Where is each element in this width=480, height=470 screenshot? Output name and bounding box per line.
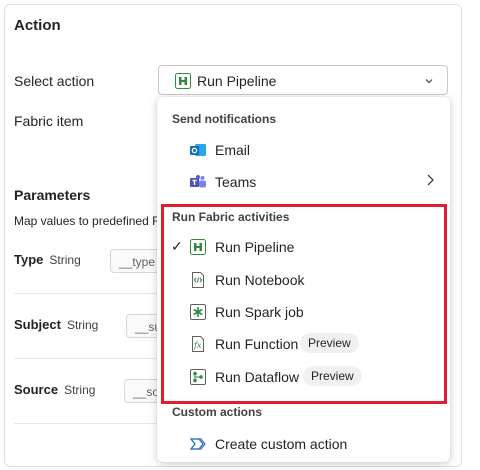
fabric-item-label: Fabric item [14, 113, 84, 129]
menu-item-create-custom-action[interactable]: Create custom action [157, 429, 450, 459]
select-action-dropdown[interactable]: Run Pipeline [158, 65, 448, 95]
parameters-description: Map values to predefined F [14, 214, 160, 228]
select-action-value: Run Pipeline [197, 73, 277, 89]
parameters-heading: Parameters [14, 187, 91, 203]
menu-item-teams-label: Teams [215, 174, 257, 190]
pipeline-icon [175, 73, 191, 94]
param-subject-type: String [66, 318, 99, 332]
param-source-type: String [64, 383, 96, 397]
custom-action-icon [189, 436, 206, 452]
param-divider [14, 293, 164, 294]
param-divider [14, 423, 164, 424]
param-divider [14, 358, 164, 359]
group-custom-actions: Custom actions [172, 405, 263, 419]
menu-item-email-label: Email [215, 142, 251, 158]
menu-item-create-custom-action-label: Create custom action [215, 436, 348, 452]
teams-icon [190, 174, 206, 190]
chevron-right-icon [424, 173, 436, 192]
outlook-icon [190, 142, 206, 158]
menu-item-email[interactable]: Email [157, 135, 450, 165]
param-subject-name: Subject [14, 317, 61, 332]
param-source-label: Source String [14, 382, 95, 397]
param-subject-label: Subject String [14, 317, 98, 332]
param-type-label: Type String [14, 252, 81, 267]
chevron-down-icon [423, 74, 435, 92]
panel-title: Action [14, 17, 61, 34]
highlight-box [161, 204, 447, 404]
param-type-name: Type [14, 252, 44, 267]
select-action-label: Select action [14, 73, 95, 89]
menu-item-teams[interactable]: Teams [157, 167, 450, 197]
group-send-notifications: Send notifications [172, 112, 277, 126]
param-source-name: Source [14, 382, 59, 397]
param-type-type: String [49, 253, 81, 267]
